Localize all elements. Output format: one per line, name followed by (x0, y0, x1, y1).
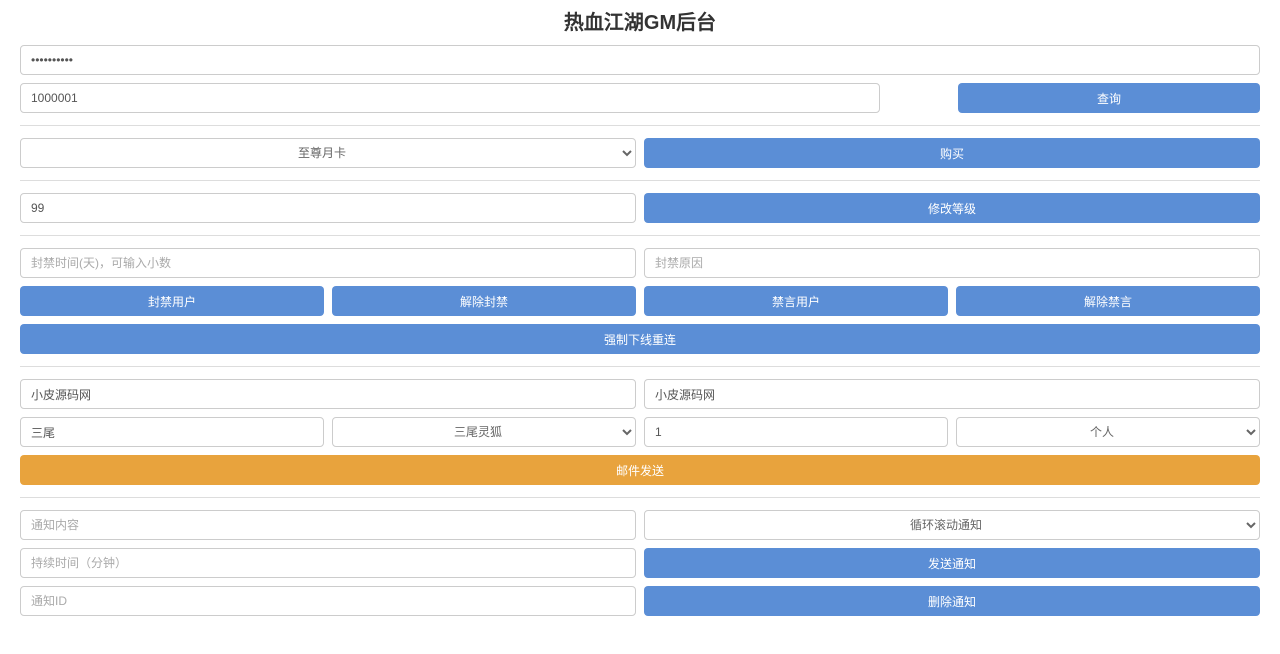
divider (20, 125, 1260, 126)
divider (20, 366, 1260, 367)
notice-content-input[interactable] (20, 510, 636, 540)
ban-reason-input[interactable] (644, 248, 1260, 278)
buy-button[interactable]: 购买 (644, 138, 1260, 168)
unban-button[interactable]: 解除封禁 (332, 286, 636, 316)
delete-notice-button[interactable]: 删除通知 (644, 586, 1260, 616)
ban-time-input[interactable] (20, 248, 636, 278)
level-input[interactable] (20, 193, 636, 223)
notice-type-select[interactable]: 循环滚动通知 (644, 510, 1260, 540)
mail-sender-right-input[interactable] (644, 379, 1260, 409)
send-notice-button[interactable]: 发送通知 (644, 548, 1260, 578)
mute-user-button[interactable]: 禁言用户 (644, 286, 948, 316)
mail-quantity-input[interactable] (644, 417, 948, 447)
unmute-button[interactable]: 解除禁言 (956, 286, 1260, 316)
buy-item-select[interactable]: 至尊月卡 (20, 138, 636, 168)
send-mail-button[interactable]: 邮件发送 (20, 455, 1260, 485)
page-title: 热血江湖GM后台 (20, 0, 1260, 45)
ban-user-button[interactable]: 封禁用户 (20, 286, 324, 316)
divider (20, 235, 1260, 236)
divider (20, 180, 1260, 181)
force-relogin-button[interactable]: 强制下线重连 (20, 324, 1260, 354)
user-id-input[interactable] (20, 83, 880, 113)
mail-item-search-input[interactable] (20, 417, 324, 447)
notice-duration-input[interactable] (20, 548, 636, 578)
divider (20, 497, 1260, 498)
mail-sender-input[interactable] (20, 379, 636, 409)
modify-level-button[interactable]: 修改等级 (644, 193, 1260, 223)
gm-admin-panel: 热血江湖GM后台 查询 至尊月卡 (0, 0, 1280, 636)
query-button[interactable]: 查询 (958, 83, 1260, 113)
notice-id-input[interactable] (20, 586, 636, 616)
mail-target-select[interactable]: 个人 (956, 417, 1260, 447)
password-input[interactable] (20, 45, 1260, 75)
mail-item-select[interactable]: 三尾灵狐 (332, 417, 636, 447)
